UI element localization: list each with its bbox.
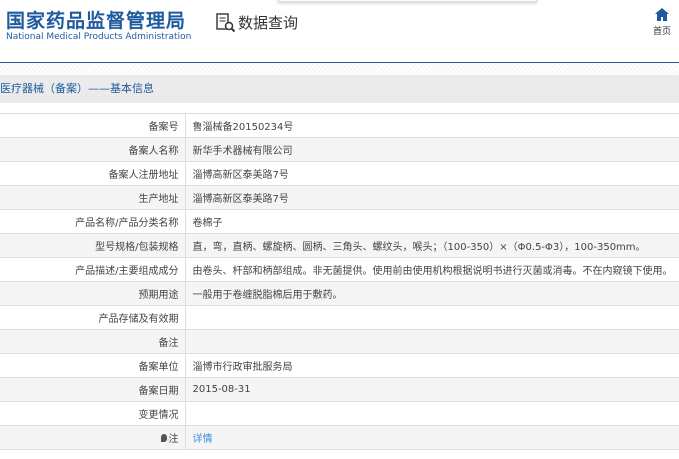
- home-icon: [655, 8, 669, 21]
- details-link[interactable]: 详情: [193, 434, 213, 445]
- row-label: 备案人名称: [0, 137, 186, 162]
- row-label: 注: [0, 425, 186, 450]
- row-value: [185, 401, 679, 426]
- row-label: 产品存储及有效期: [0, 305, 186, 330]
- pin-icon: [160, 434, 167, 442]
- document-search-icon: [216, 12, 236, 32]
- note-row: 注 详情: [0, 425, 679, 450]
- note-label: 注: [168, 434, 179, 445]
- table-row: 产品名称/产品分类名称 卷棉子: [0, 209, 679, 234]
- table-row: 备案号 鲁淄械备20150234号: [0, 113, 679, 138]
- row-value: [185, 329, 679, 354]
- home-link[interactable]: 首页: [648, 8, 676, 37]
- row-value: 鲁淄械备20150234号: [185, 113, 679, 138]
- logo-subtitle: National Medical Products Administration: [6, 32, 192, 42]
- table-row: 备注: [0, 329, 679, 354]
- row-value: 由卷头、杆部和柄部组成。非无菌提供。使用前由使用机构根据说明书进行灭菌或消毒。不…: [185, 257, 679, 282]
- page-title: 医疗器械（备案）——基本信息: [0, 75, 679, 103]
- row-value: 直，弯，直柄、螺旋柄、圆柄、三角头、螺纹头，喉头；（100-350）×（Φ0.5…: [185, 233, 679, 258]
- row-label: 产品名称/产品分类名称: [0, 209, 186, 234]
- row-label: 备注: [0, 329, 186, 354]
- logo-title[interactable]: 国家药品监督管理局: [6, 6, 186, 33]
- row-value: 一般用于卷缠脱脂棉后用于敷药。: [185, 281, 679, 306]
- row-label: 变更情况: [0, 401, 186, 426]
- data-query-link[interactable]: 数据查询: [216, 12, 298, 33]
- dropdown-panel: [278, 0, 537, 2]
- row-label: 型号规格/包装规格: [0, 233, 186, 258]
- row-label: 备案人注册地址: [0, 161, 186, 186]
- table-row: 产品描述/主要组成成分 由卷头、杆部和柄部组成。非无菌提供。使用前由使用机构根据说…: [0, 257, 679, 282]
- row-value: 淄博市行政审批服务局: [185, 353, 679, 378]
- table-row: 备案单位 淄博市行政审批服务局: [0, 353, 679, 378]
- row-label: 备案日期: [0, 377, 186, 402]
- table-row: 预期用途 一般用于卷缠脱脂棉后用于敷药。: [0, 281, 679, 306]
- row-value: 淄博高新区泰美路7号: [185, 161, 679, 186]
- home-label: 首页: [652, 27, 671, 37]
- hatch-strip: [0, 63, 679, 75]
- table-row: 备案人名称 新华手术器械有限公司: [0, 137, 679, 162]
- table-row: 变更情况: [0, 401, 679, 426]
- table-row: 型号规格/包装规格 直，弯，直柄、螺旋柄、圆柄、三角头、螺纹头，喉头；（100-3…: [0, 233, 679, 258]
- row-value: 卷棉子: [185, 209, 679, 234]
- row-label: 预期用途: [0, 281, 186, 306]
- row-label: 生产地址: [0, 185, 186, 210]
- table-row: 备案人注册地址 淄博高新区泰美路7号: [0, 161, 679, 186]
- row-value: 新华手术器械有限公司: [185, 137, 679, 162]
- table-row: 备案日期 2015-08-31: [0, 377, 679, 402]
- row-label: 产品描述/主要组成成分: [0, 257, 186, 282]
- site-header: 国家药品监督管理局 National Medical Products Admi…: [0, 0, 679, 62]
- table-row: 产品存储及有效期: [0, 305, 679, 330]
- row-value: 2015-08-31: [185, 377, 679, 402]
- query-label: 数据查询: [238, 14, 299, 32]
- row-label: 备案号: [0, 113, 186, 138]
- table-row: 生产地址 淄博高新区泰美路7号: [0, 185, 679, 210]
- row-value: 淄博高新区泰美路7号: [185, 185, 679, 210]
- row-label: 备案单位: [0, 353, 186, 378]
- info-table: 备案号 鲁淄械备20150234号 备案人名称 新华手术器械有限公司 备案人注册地址 淄博…: [0, 113, 679, 450]
- row-value: [185, 305, 679, 330]
